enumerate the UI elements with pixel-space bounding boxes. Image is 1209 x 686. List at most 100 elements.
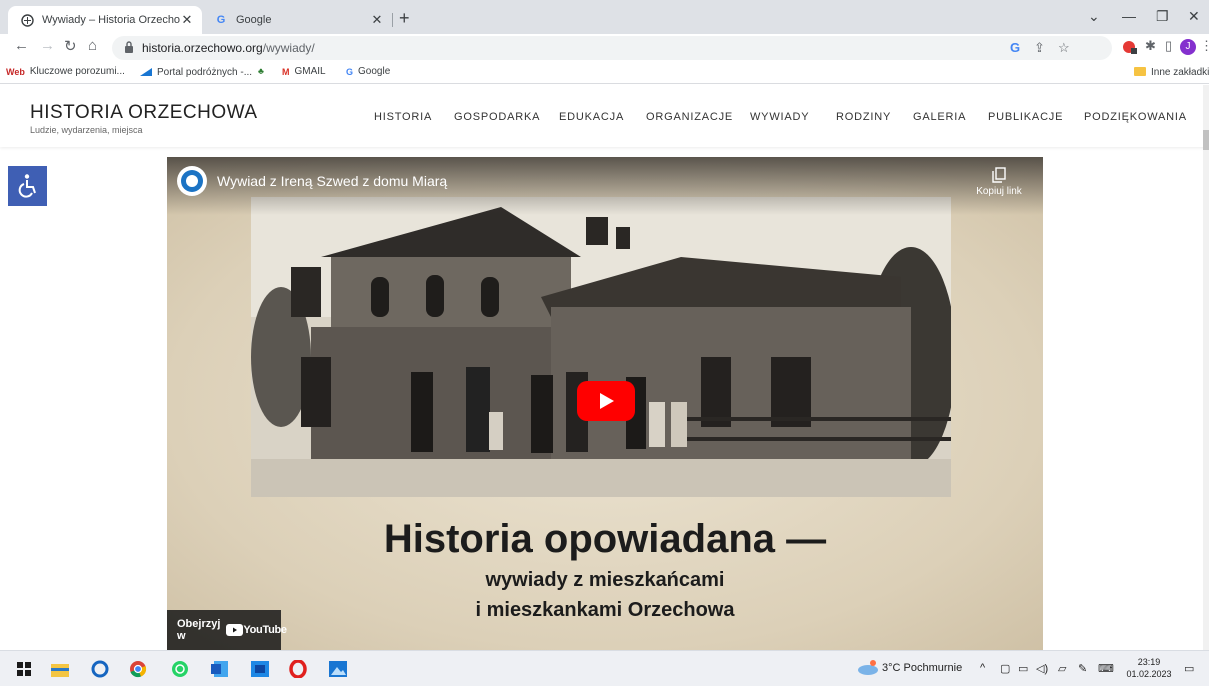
word-icon[interactable] [210,659,230,679]
tab-separator [392,13,393,27]
nav-rodziny[interactable]: RODZINY [836,111,891,123]
back-icon[interactable]: ← [14,37,29,54]
copy-link-label: Kopiuj link [976,186,1022,197]
close-tab-icon[interactable]: ✕ [180,12,194,28]
extensions-puzzle-icon[interactable]: ✱ [1145,38,1156,54]
copy-link-button[interactable]: Kopiuj link [969,167,1029,197]
thumbnail-subline-2: i mieszkankami Orzechowa [475,599,735,621]
tab-title: Wywiady – Historia Orzechowa [42,14,180,26]
action-center-icon[interactable]: ▭ [1184,662,1194,675]
taskbar-clock[interactable]: 23:19 01.02.2023 [1124,656,1174,680]
site-favicon-icon [20,13,34,27]
volume-icon[interactable]: ◁) [1036,662,1048,675]
browser-toolbar: ← → ↻ ⌂ historia.orzechowo.org/wywiady/ … [0,34,1209,62]
extension-icon[interactable] [1122,39,1138,58]
play-button[interactable] [577,381,635,421]
browser-tab-strip: Wywiady – Historia Orzechowa ✕ G Google … [0,0,1209,34]
youtube-wordmark: YouTube [243,624,287,636]
nav-gospodarka[interactable]: GOSPODARKA [454,111,540,123]
railway-station-photo [251,197,951,497]
bookmark-label: Inne zakładki [1151,66,1209,78]
news-app-icon[interactable] [250,659,270,679]
other-bookmarks[interactable]: Inne zakładki [1134,66,1209,78]
windows-start-icon[interactable] [14,659,34,679]
weather-text[interactable]: 3°C Pochmurnie [882,662,962,674]
watch-on-label: Obejrzyj w [177,618,221,642]
close-window-icon[interactable]: ✕ [1188,8,1200,25]
web-icon: Web [6,66,25,77]
bookmark-item[interactable]: M GMAIL [282,66,326,77]
reload-icon[interactable]: ↻ [64,37,77,55]
lock-icon [125,41,133,53]
bookmarks-bar: Web Kluczowe porozumi... Portal podróżny… [0,62,1209,84]
file-explorer-icon[interactable] [50,659,70,679]
bookmark-item[interactable]: ♣ [258,66,269,76]
bookmark-label: GMAIL [294,66,326,77]
menu-dots-icon[interactable]: ⋮ [1200,38,1209,54]
page-scrollbar[interactable] [1203,85,1209,650]
close-tab-icon[interactable]: ✕ [370,12,384,28]
weather-icon[interactable] [857,659,879,678]
nav-podziekowania[interactable]: PODZIĘKOWANIA [1084,111,1187,123]
whatsapp-icon[interactable] [170,659,190,679]
chrome-icon[interactable] [128,659,148,679]
scrollbar-thumb[interactable] [1203,130,1209,150]
nav-edukacja[interactable]: EDUKACJA [559,111,624,123]
network-icon[interactable]: ▭ [1018,662,1028,675]
nav-organizacje[interactable]: ORGANIZACJE [646,111,733,123]
google-translate-icon[interactable]: G [1010,40,1020,55]
profile-avatar[interactable]: J [1180,39,1196,55]
home-icon[interactable]: ⌂ [88,37,97,54]
copy-icon [992,167,1006,183]
channel-avatar[interactable] [177,166,207,196]
new-tab-button[interactable]: + [399,8,410,29]
accessibility-button[interactable] [8,166,47,206]
windows-taskbar: 3°C Pochmurnie ^ ▢ ▭ ◁) ▱ ✎ ⌨ 23:19 01.0… [0,650,1209,686]
maximize-icon[interactable]: ❐ [1156,8,1169,25]
nav-publikacje[interactable]: PUBLIKACJE [988,111,1063,123]
forward-icon[interactable]: → [40,37,55,54]
tray-app-icon[interactable]: ▢ [1000,662,1010,675]
bookmark-item[interactable]: Web Kluczowe porozumi... [6,66,125,77]
tab-google[interactable]: G Google ✕ [202,6,392,34]
youtube-embed[interactable]: Wywiad z Ireną Szwed z domu Miarą Kopiuj… [167,157,1043,650]
tab-wywiady[interactable]: Wywiady – Historia Orzechowa ✕ [8,6,202,34]
google-favicon-icon: G [216,14,226,26]
youtube-play-icon [226,624,244,636]
site-title[interactable]: HISTORIA ORZECHOWA [30,102,258,124]
web-page: HISTORIA ORZECHOWA Ludzie, wydarzenia, m… [0,85,1209,650]
watch-on-youtube-button[interactable]: Obejrzyj w YouTube [167,610,287,650]
nav-historia[interactable]: HISTORIA [374,111,432,123]
video-title[interactable]: Wywiad z Ireną Szwed z domu Miarą [217,173,447,189]
youtube-logo: YouTube [226,624,287,636]
keyboard-icon[interactable]: ⌨ [1098,662,1114,675]
tab-search-icon[interactable]: ⌄ [1088,8,1100,25]
nav-wywiady[interactable]: WYWIADY [750,111,809,123]
bookmark-label: Portal podróżnych -... [157,66,253,78]
folder-icon [1134,66,1146,78]
bookmark-item[interactable]: G Google [346,66,390,77]
gmail-icon: M [282,66,290,77]
wheelchair-icon [18,174,36,198]
portal-icon [140,66,152,78]
share-icon[interactable]: ⇪ [1034,40,1045,56]
channel-logo-icon [181,170,203,192]
minimize-icon[interactable]: — [1122,8,1136,24]
opera-icon[interactable] [288,659,308,679]
side-panel-icon[interactable]: ▯ [1165,38,1172,54]
pen-icon[interactable]: ✎ [1078,662,1087,675]
bookmark-star-icon[interactable]: ☆ [1058,40,1070,56]
url-path: /wywiady/ [262,41,315,55]
photos-icon[interactable] [328,659,348,679]
site-header: HISTORIA ORZECHOWA Ludzie, wydarzenia, m… [0,85,1209,147]
clock-date: 01.02.2023 [1126,669,1172,679]
nav-galeria[interactable]: GALERIA [913,111,966,123]
address-bar[interactable]: historia.orzechowo.org/wywiady/ G ⇪ ☆ [112,36,1112,60]
url-host: historia.orzechowo.org [142,41,263,55]
notification-bubble-icon[interactable]: ▱ [1058,662,1066,675]
thumbnail-subline-1: wywiady z mieszkańcami [485,569,725,591]
bookmark-item[interactable]: Portal podróżnych -... [140,66,252,78]
tray-chevron-icon[interactable]: ^ [980,662,985,674]
tree-icon: ♣ [258,66,264,76]
cortana-icon[interactable] [90,659,110,679]
